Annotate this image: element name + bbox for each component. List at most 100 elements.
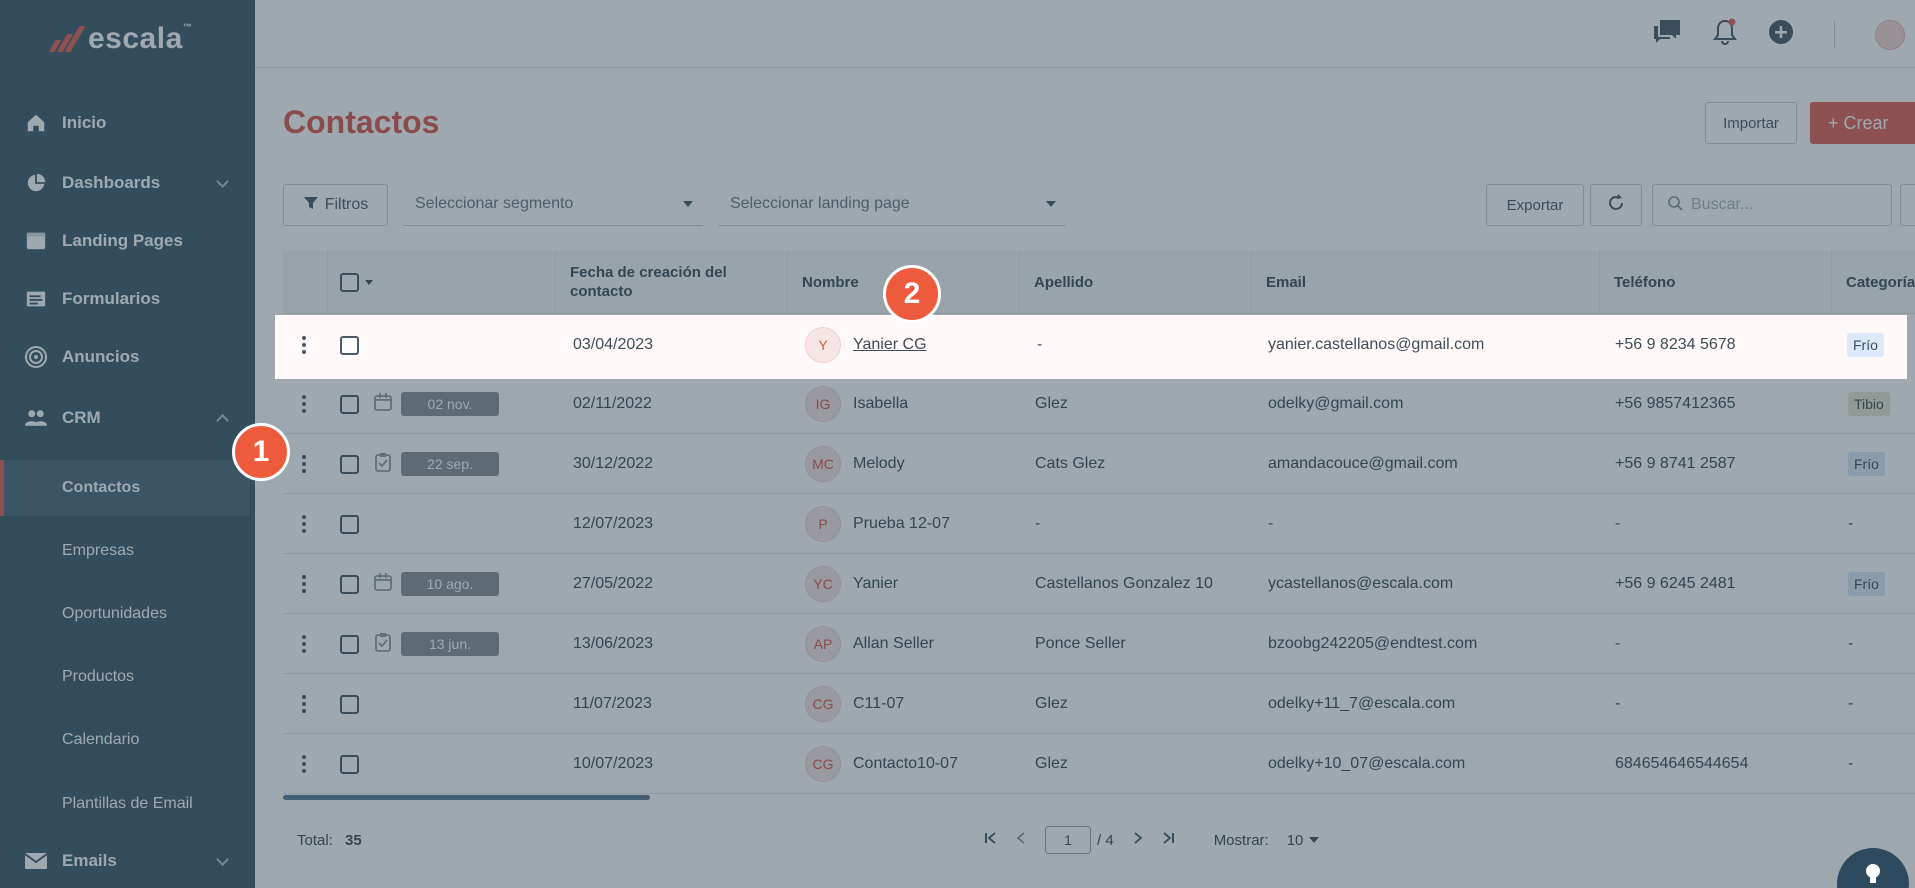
next-page-icon[interactable] <box>1132 831 1144 849</box>
calendar-icon <box>373 572 393 597</box>
page-number-input[interactable]: 1 <box>1045 826 1091 854</box>
table-row[interactable]: 10/07/2023 CG Contacto10-07 Glez odelky+… <box>283 734 1915 794</box>
select-all-checkbox[interactable] <box>340 272 359 292</box>
row-checkbox[interactable] <box>340 335 359 355</box>
cell-email: odelky+10_07@escala.com <box>1268 755 1466 772</box>
first-page-icon[interactable] <box>983 831 997 849</box>
cell-fecha: 02/11/2022 <box>573 395 652 412</box>
cell-nombre: P Prueba 12-07 <box>805 494 950 554</box>
contact-name[interactable]: Allan Seller <box>853 635 934 653</box>
chevron-up-icon <box>216 414 229 427</box>
cell-apellido: Glez <box>1035 755 1068 772</box>
target-icon <box>24 345 48 369</box>
row-menu-icon[interactable] <box>299 614 309 674</box>
page-size-select[interactable]: 10 <box>1287 832 1320 849</box>
bell-icon[interactable] <box>1712 18 1738 51</box>
sidebar-subitem-empresas[interactable]: Empresas <box>0 523 250 579</box>
column-email[interactable]: Email <box>1251 250 1599 314</box>
row-checkbox[interactable] <box>340 634 359 654</box>
cell-telefono: - <box>1615 515 1621 532</box>
table-row[interactable]: 02 nov. 02/11/2022 IG Isabella Glez odel… <box>283 374 1915 434</box>
filters-button[interactable]: Filtros <box>283 184 388 226</box>
add-circle-icon[interactable] <box>1768 19 1794 50</box>
table-row[interactable]: 11/07/2023 CG C11-07 Glez odelky+11_7@es… <box>283 674 1915 734</box>
sidebar-item-formularios[interactable]: Formularios <box>0 271 255 327</box>
row-menu-icon[interactable] <box>299 494 309 554</box>
sidebar-item-anuncios[interactable]: Anuncios <box>0 329 255 385</box>
sidebar-item-inicio[interactable]: Inicio <box>0 95 255 151</box>
chevron-down-icon <box>216 853 229 866</box>
contact-name[interactable]: Melody <box>853 455 905 473</box>
column-apellido[interactable]: Apellido <box>1019 250 1251 314</box>
prev-page-icon[interactable] <box>1015 831 1027 849</box>
sidebar-item-crm[interactable]: CRM <box>0 390 255 446</box>
row-checkbox[interactable] <box>340 754 359 774</box>
row-menu-icon[interactable] <box>299 434 309 494</box>
table-row[interactable]: 13 jun. 13/06/2023 AP Allan Seller Ponce… <box>283 614 1915 674</box>
sidebar-item-dashboards[interactable]: Dashboards <box>0 155 255 211</box>
cell-email: odelky+11_7@escala.com <box>1268 695 1456 712</box>
cell-email: bzoobg242205@endtest.com <box>1268 635 1478 652</box>
row-menu-icon[interactable] <box>299 374 309 434</box>
search-input[interactable]: Buscar... <box>1691 196 1753 214</box>
contact-name[interactable]: Prueba 12-07 <box>853 515 950 533</box>
sidebar-item-emails[interactable]: Emails <box>0 833 255 888</box>
select-all-column[interactable] <box>327 250 555 314</box>
task-reminder[interactable]: 22 sep. <box>373 434 499 494</box>
task-reminder[interactable]: 10 ago. <box>373 554 499 614</box>
table-row[interactable]: 10 ago. 27/05/2022 YC Yanier Castellanos… <box>283 554 1915 614</box>
search-box[interactable]: Buscar... <box>1652 184 1892 226</box>
row-checkbox[interactable] <box>340 394 359 414</box>
chat-icon[interactable] <box>1652 19 1682 50</box>
avatar: Y <box>805 327 841 363</box>
logo[interactable]: escala™ <box>48 22 192 56</box>
import-button[interactable]: Importar <box>1705 102 1797 144</box>
contact-name[interactable]: Yanier <box>853 575 898 593</box>
task-date-badge: 10 ago. <box>401 572 499 596</box>
cell-telefono: - <box>1615 695 1621 712</box>
column-fecha[interactable]: Fecha de creación del contacto <box>555 250 787 314</box>
create-button[interactable]: + Crear <box>1810 102 1915 144</box>
cell-fecha: 13/06/2023 <box>573 635 654 652</box>
row-checkbox[interactable] <box>340 514 359 534</box>
extra-button[interactable] <box>1900 184 1915 226</box>
contact-name[interactable]: Isabella <box>853 395 908 413</box>
landing-page-select[interactable]: Seleccionar landing page <box>718 182 1066 226</box>
task-reminder[interactable]: 02 nov. <box>373 374 499 434</box>
refresh-icon <box>1606 193 1626 218</box>
contact-name[interactable]: Contacto10-07 <box>853 755 958 773</box>
column-telefono[interactable]: Teléfono <box>1599 250 1831 314</box>
last-page-icon[interactable] <box>1162 831 1176 849</box>
row-checkbox[interactable] <box>340 694 359 714</box>
task-date-badge: 22 sep. <box>401 452 499 476</box>
table-row[interactable]: 12/07/2023 P Prueba 12-07 - - - - <box>283 494 1915 554</box>
row-checkbox[interactable] <box>340 454 359 474</box>
cell-apellido: Castellanos Gonzalez 10 <box>1035 575 1213 592</box>
avatar: AP <box>805 626 841 662</box>
sidebar-subitem-contactos[interactable]: Contactos <box>0 460 250 516</box>
table-row[interactable]: 22 sep. 30/12/2022 MC Melody Cats Glez a… <box>283 434 1915 494</box>
sidebar-subitem-plantillas-email[interactable]: Plantillas de Email <box>0 776 250 832</box>
refresh-button[interactable] <box>1590 184 1642 226</box>
row-menu-icon[interactable] <box>299 674 309 734</box>
cell-telefono: +56 9 8234 5678 <box>1615 336 1736 353</box>
contact-name-link[interactable]: Yanier CG <box>853 336 927 354</box>
highlighted-table-row[interactable]: 03/04/2023 Y Yanier CG - yanier.castella… <box>275 315 1907 379</box>
sidebar-subitem-productos[interactable]: Productos <box>0 649 250 705</box>
cell-nombre: CG Contacto10-07 <box>805 734 958 794</box>
segment-select[interactable]: Seleccionar segmento <box>403 182 703 226</box>
horizontal-scrollbar[interactable] <box>283 795 650 800</box>
row-checkbox[interactable] <box>340 574 359 594</box>
sidebar-subitem-oportunidades[interactable]: Oportunidades <box>0 586 250 642</box>
total-label: Total: <box>297 832 333 849</box>
row-menu-icon[interactable] <box>299 554 309 614</box>
export-button[interactable]: Exportar <box>1486 184 1584 226</box>
row-menu-icon[interactable] <box>299 315 309 375</box>
row-menu-icon[interactable] <box>299 734 309 794</box>
sidebar-subitem-calendario[interactable]: Calendario <box>0 712 250 768</box>
user-avatar[interactable] <box>1875 19 1905 50</box>
task-reminder[interactable]: 13 jun. <box>373 614 499 674</box>
sidebar-item-landing-pages[interactable]: Landing Pages <box>0 213 255 269</box>
contact-name[interactable]: C11-07 <box>853 695 904 713</box>
column-categoria[interactable]: Categoría <box>1831 250 1915 314</box>
